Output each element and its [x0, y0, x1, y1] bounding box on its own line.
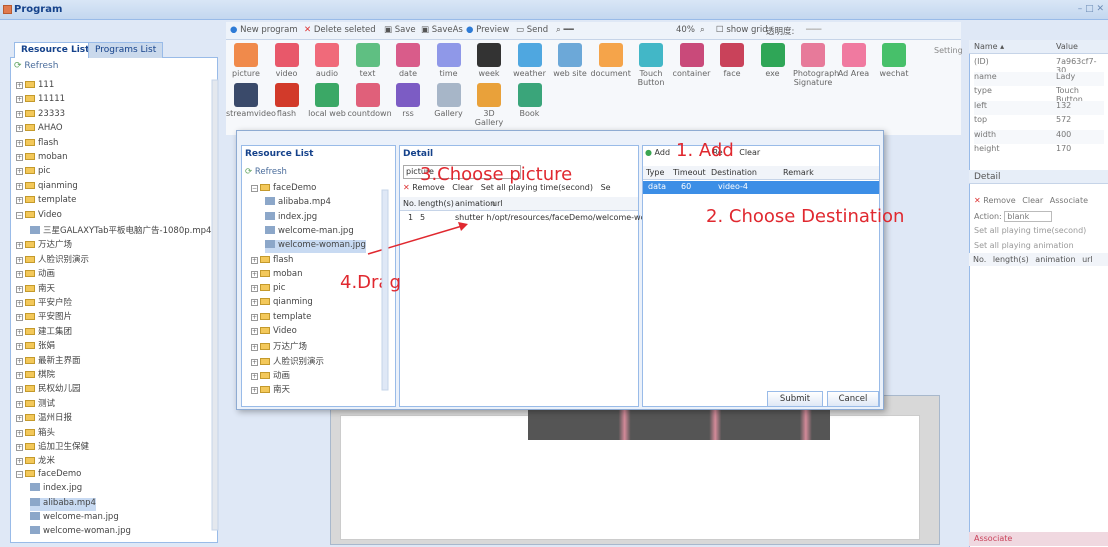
dialog-scrollbar-left[interactable]	[381, 189, 389, 391]
drag-arrow-head	[458, 222, 468, 231]
drag-arrow	[211, 79, 468, 531]
left-scrollbar[interactable]	[211, 79, 219, 531]
